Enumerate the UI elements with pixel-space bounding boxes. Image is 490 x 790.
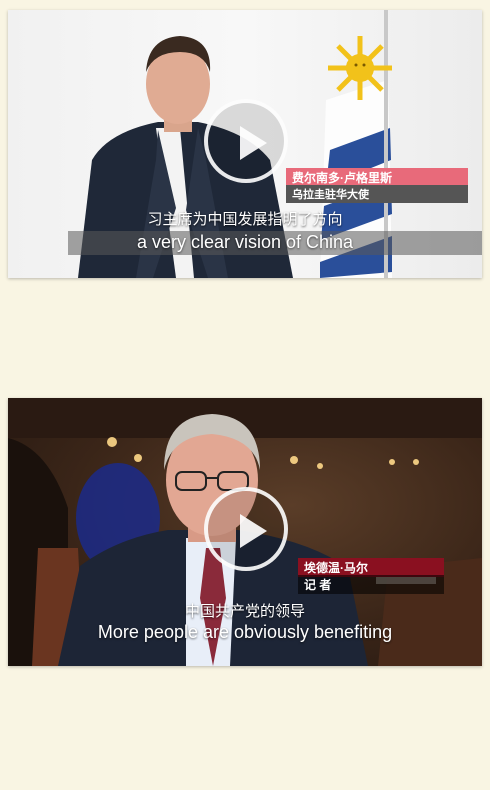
speaker-title-tag-2: 记 者 <box>298 575 444 594</box>
speaker-title-1: 乌拉圭驻华大使 <box>292 189 369 201</box>
subtitle-en-1: a very clear vision of China <box>136 232 354 252</box>
speaker-title-2: 记 者 <box>304 578 332 592</box>
subtitle-zh-2: 中国共产党的领导 <box>184 603 305 620</box>
play-icon <box>240 126 267 160</box>
play-button-1[interactable] <box>204 99 288 183</box>
video-card-2[interactable]: 埃德温·马尔 记 者 中国共产党的领导 More people are obvi… <box>8 398 482 666</box>
video-card-1[interactable]: 费尔南多·卢格里斯 乌拉圭驻华大使 习主席为中国发展指明了方向 a very c… <box>8 10 482 278</box>
speaker-name-1: 费尔南多·卢格里斯 <box>292 171 392 185</box>
play-icon <box>240 514 267 548</box>
play-button-2[interactable] <box>204 487 288 571</box>
subtitle-en-2: More people are obviously benefiting <box>97 622 393 642</box>
speaker-name-2: 埃德温·马尔 <box>304 561 368 575</box>
speaker-title-tag-1: 乌拉圭驻华大使 <box>286 185 468 203</box>
subtitle-zh-1: 习主席为中国发展指明了方向 <box>147 211 343 228</box>
